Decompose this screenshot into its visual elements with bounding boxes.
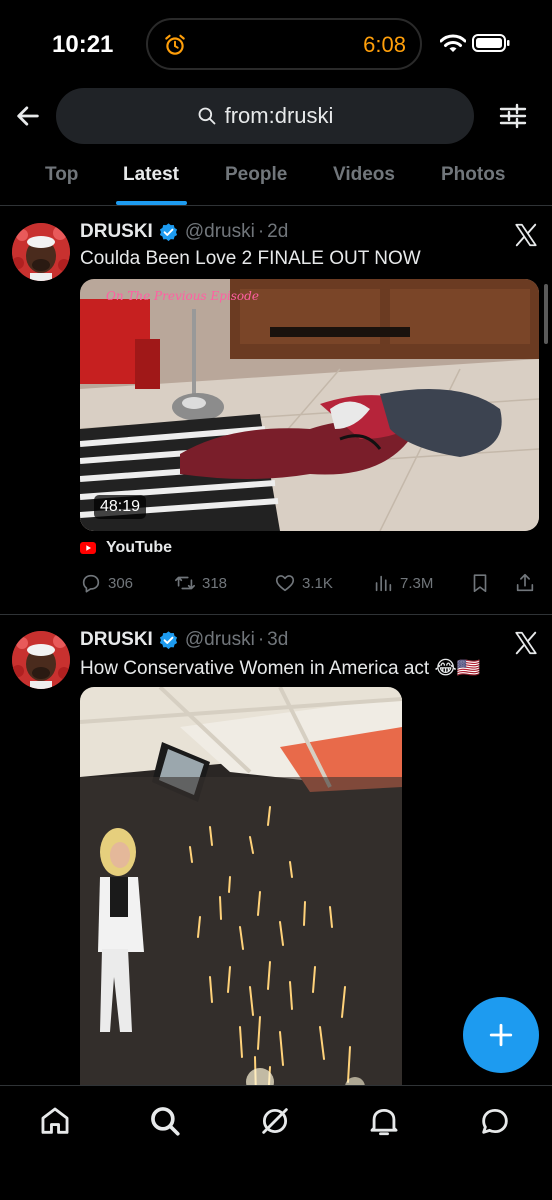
grok-icon[interactable] bbox=[258, 1104, 292, 1138]
status-bar: 10:21 6:08 bbox=[0, 0, 552, 86]
author-name[interactable]: DRUSKI bbox=[80, 221, 153, 243]
plus-icon bbox=[489, 1023, 513, 1047]
active-tab-indicator bbox=[116, 201, 187, 205]
x-logo-icon bbox=[515, 631, 537, 655]
views-count: 7.3M bbox=[400, 574, 434, 592]
tweet-text: How Conservative Women in America act 😂🇺… bbox=[80, 658, 481, 679]
tweet-time: 3d bbox=[267, 629, 289, 650]
scrollbar[interactable] bbox=[544, 284, 548, 344]
verified-badge-icon bbox=[159, 222, 177, 241]
tab-people[interactable]: People bbox=[225, 164, 287, 186]
home-icon[interactable] bbox=[38, 1104, 72, 1138]
back-arrow-icon[interactable] bbox=[14, 102, 42, 130]
like-count: 3.1K bbox=[302, 574, 333, 592]
video-overlay-text: On The Previous Episode bbox=[106, 289, 259, 303]
reply-button[interactable]: 306 bbox=[80, 572, 133, 594]
video-duration: 48:19 bbox=[94, 495, 147, 519]
notifications-icon[interactable] bbox=[367, 1104, 401, 1138]
like-button[interactable]: 3.1K bbox=[274, 572, 333, 594]
tab-videos[interactable]: Videos bbox=[333, 164, 395, 186]
bottom-navigation bbox=[0, 1085, 552, 1200]
avatar-image bbox=[12, 223, 70, 281]
video-thumbnail[interactable] bbox=[80, 687, 402, 1107]
avatar-image bbox=[12, 631, 70, 689]
share-button[interactable] bbox=[514, 572, 536, 594]
source-label: YouTube bbox=[106, 539, 173, 556]
author-handle[interactable]: @druski bbox=[185, 221, 255, 243]
tweet[interactable]: DRUSKI @druski · 2d Coulda Been Love 2 F… bbox=[0, 207, 552, 615]
youtube-icon bbox=[80, 542, 96, 554]
video-frame-image bbox=[80, 687, 402, 1107]
alarm-icon bbox=[165, 34, 185, 55]
tweet-time: 2d bbox=[267, 221, 289, 242]
dynamic-island: 6:08 bbox=[146, 18, 422, 70]
filter-icon[interactable] bbox=[498, 101, 528, 131]
views-button[interactable]: 7.3M bbox=[372, 572, 433, 594]
explore-search-icon[interactable] bbox=[148, 1104, 182, 1138]
search-query: from:druski bbox=[224, 103, 334, 128]
repost-button[interactable]: 318 bbox=[174, 572, 227, 594]
alarm-time: 6:08 bbox=[363, 32, 406, 57]
avatar[interactable] bbox=[12, 631, 70, 689]
search-input[interactable]: from:druski bbox=[56, 88, 474, 144]
separator-dot: · bbox=[257, 221, 265, 242]
messages-icon[interactable] bbox=[478, 1104, 512, 1138]
repost-icon bbox=[175, 576, 195, 590]
tweet-header: DRUSKI @druski · 2d bbox=[80, 221, 288, 243]
video-thumbnail[interactable]: On The Previous Episode 48:19 bbox=[80, 279, 539, 531]
search-icon bbox=[198, 107, 216, 125]
reply-count: 306 bbox=[108, 574, 134, 592]
tweet-actions: 306 318 3.1K 7.3M bbox=[80, 572, 540, 600]
bookmark-icon bbox=[473, 574, 487, 593]
views-icon bbox=[375, 575, 392, 592]
status-time: 10:21 bbox=[52, 31, 114, 58]
tab-photos[interactable]: Photos bbox=[441, 164, 505, 186]
share-icon bbox=[516, 573, 534, 592]
x-logo-icon bbox=[515, 223, 537, 247]
tweet-text: Coulda Been Love 2 FINALE OUT NOW bbox=[80, 248, 421, 269]
bookmark-button[interactable] bbox=[469, 572, 491, 594]
repost-count: 318 bbox=[202, 574, 228, 592]
author-name[interactable]: DRUSKI bbox=[80, 629, 153, 651]
wifi-icon bbox=[440, 34, 466, 52]
tab-latest[interactable]: Latest bbox=[123, 164, 179, 186]
reply-icon bbox=[82, 574, 100, 593]
verified-badge-icon bbox=[159, 630, 177, 649]
author-handle[interactable]: @druski bbox=[185, 629, 255, 651]
battery-icon bbox=[472, 34, 510, 52]
search-tabs: Top Latest People Videos Photos bbox=[0, 150, 552, 206]
separator-dot: · bbox=[257, 629, 265, 650]
tweet-header: DRUSKI @druski · 3d bbox=[80, 629, 288, 651]
search-header: from:druski bbox=[0, 86, 552, 148]
heart-icon bbox=[275, 575, 295, 592]
link-source[interactable]: YouTube bbox=[80, 539, 172, 557]
avatar[interactable] bbox=[12, 223, 70, 281]
video-frame-image bbox=[80, 279, 539, 531]
compose-button[interactable] bbox=[463, 997, 539, 1073]
tab-top[interactable]: Top bbox=[45, 164, 78, 186]
